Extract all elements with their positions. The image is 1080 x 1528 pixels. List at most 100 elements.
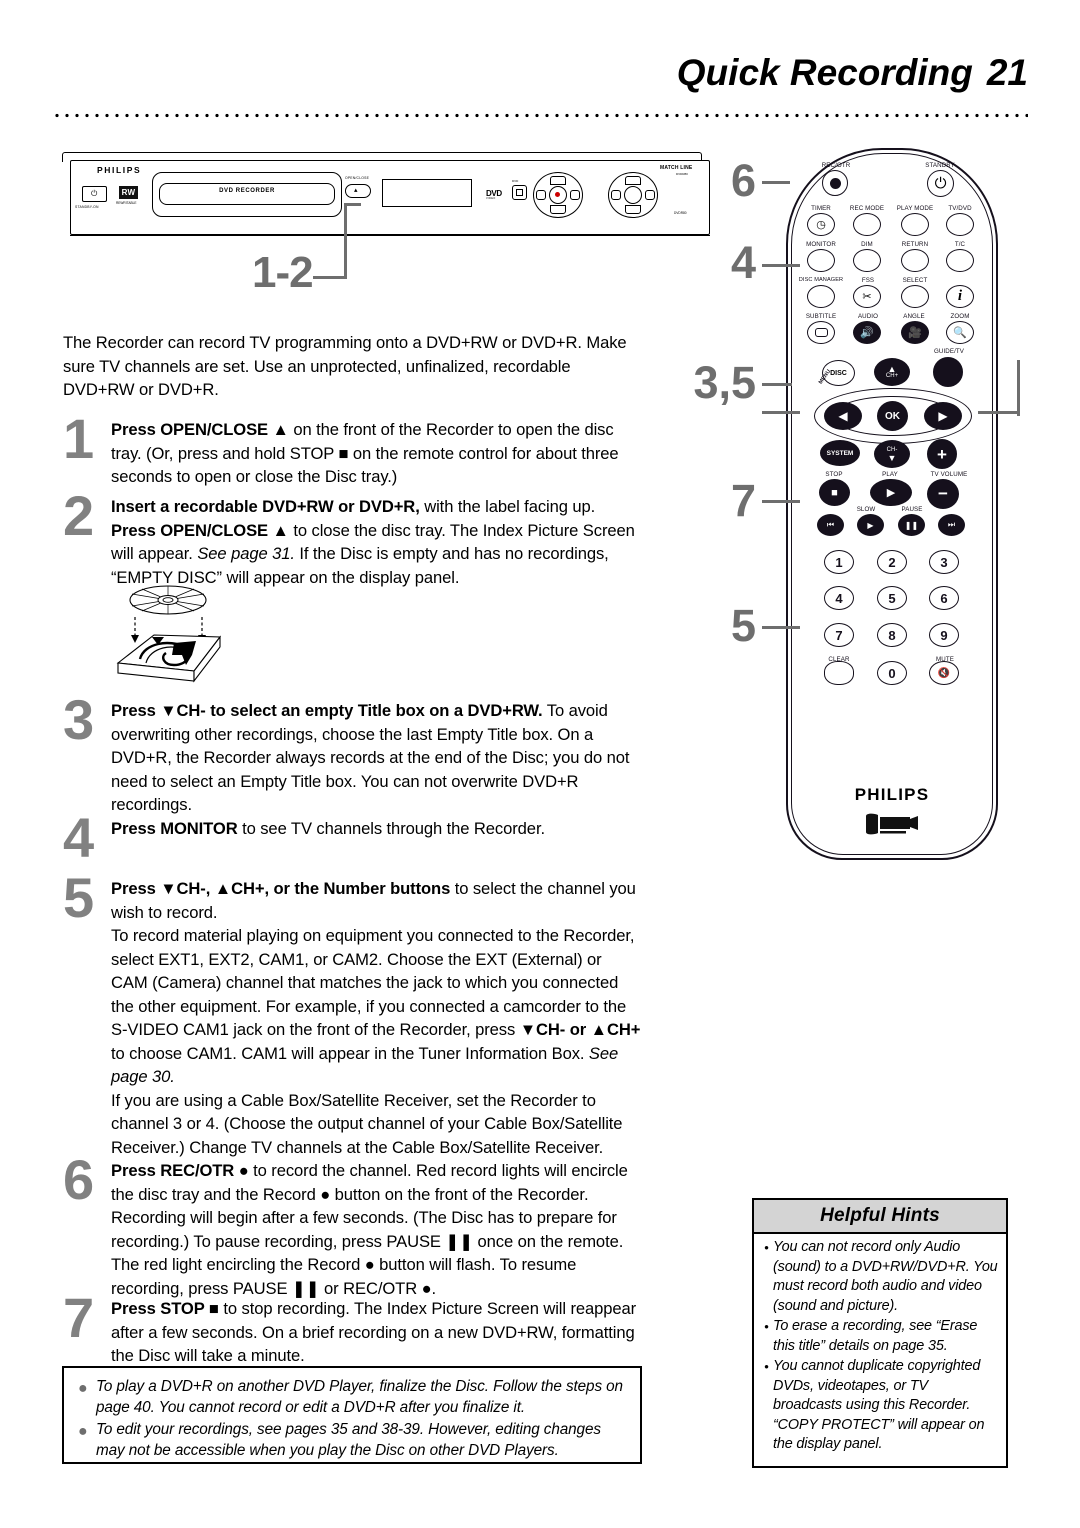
slow-play-icon: ▶ (867, 520, 874, 530)
remote-key-3[interactable]: 3 (929, 550, 959, 574)
callout-3-5-leader-2 (762, 411, 800, 414)
remote-button-angle[interactable]: 🎥 (901, 321, 929, 344)
record-dot-icon (555, 192, 560, 197)
remote-key-7[interactable]: 7 (824, 623, 854, 647)
helpful-hints-header: Helpful Hints (754, 1200, 1006, 1234)
remote-label-disc-manager: DISC MANAGER (798, 277, 844, 283)
recorder-dvd-square-inner (516, 189, 523, 196)
remote-button-fss[interactable]: ✂ (853, 285, 881, 308)
helpful-hints-list: • You can not record only Audio (sound) … (754, 1238, 1006, 1456)
remote-button-mute[interactable]: 🔇 (929, 661, 959, 685)
remote-label-play-mode: PLAY MODE (896, 205, 934, 212)
remote-button-subtitle[interactable] (807, 321, 835, 344)
step-2-number: 2 (63, 484, 95, 547)
recorder-front-divider (70, 235, 710, 237)
remote-button-stop[interactable]: ■ (819, 479, 850, 506)
skip-back-icon: ⏮ (826, 520, 835, 529)
transport-down-segment (625, 205, 641, 214)
transport-up-segment (625, 176, 641, 185)
remote-button-slow[interactable]: ▶ (857, 514, 884, 536)
remote-button-ok[interactable]: OK (877, 401, 908, 431)
remote-label-fss: FSS (861, 277, 875, 284)
header-title-group: Quick Recording 21 (677, 52, 1028, 94)
recorder-model-label: DVDR80 (674, 211, 687, 215)
callout-step-6: 6 (730, 155, 756, 206)
remote-button-ch-minus[interactable]: CH- ▼ (874, 440, 910, 468)
callout-5-leader (762, 626, 800, 629)
remote-label-rec-otr: REC/OTR (821, 162, 851, 169)
remote-button-clear[interactable] (824, 661, 854, 685)
info-icon: i (957, 288, 963, 304)
remote-button-volume-up[interactable]: + (927, 439, 957, 469)
remote-key-0[interactable]: 0 (877, 661, 907, 685)
remote-button-return[interactable] (901, 249, 929, 272)
step-6-number: 6 (63, 1148, 95, 1211)
callout-1-2-leader (313, 276, 347, 279)
eject-icon: ▴ (354, 187, 358, 194)
remote-label-tc: T/C (954, 241, 966, 248)
remote-button-tc[interactable] (946, 249, 974, 272)
callout-6-leader (762, 181, 790, 184)
helpful-hints-box: Helpful Hints • You can not record only … (752, 1198, 1008, 1468)
skip-forward-icon: ⏭ (947, 520, 956, 529)
callout-step-7: 7 (730, 475, 756, 526)
recorder-open-close-label: OPEN/CLOSE (345, 176, 370, 180)
remote-button-ch-plus[interactable]: ▲ CH+ (874, 358, 910, 386)
chevron-right-icon: ▶ (938, 409, 948, 423)
remote-button-system[interactable]: SYSTEM (820, 440, 860, 466)
remote-key-4[interactable]: 4 (824, 586, 854, 610)
matchline-model: DVDR80 (676, 172, 688, 176)
remote-button-volume-down[interactable]: − (927, 479, 959, 509)
system-label: SYSTEM (826, 449, 854, 457)
remote-button-rec-otr[interactable] (822, 170, 848, 196)
remote-key-6[interactable]: 6 (929, 586, 959, 610)
step-4-text: Press MONITOR to see TV channels through… (111, 819, 545, 838)
recorder-tray-text: DVD RECORDER (219, 188, 275, 194)
callout-3-5-leader (762, 383, 792, 386)
remote-label-subtitle: SUBTITLE (805, 313, 837, 320)
remote-button-standby[interactable]: ⏻ (927, 170, 954, 197)
step-7-number: 7 (63, 1286, 95, 1349)
remote-button-monitor[interactable] (807, 249, 835, 272)
remote-button-dim[interactable] (853, 249, 881, 272)
scissors-icon: ✂ (862, 291, 872, 303)
remote-label-play: PLAY (882, 471, 898, 478)
matchline-logo: MATCH LINE (660, 165, 693, 171)
step-5-text: Press ▼CH-, ▲CH+, or the Number buttons … (111, 879, 641, 1157)
remote-button-info[interactable]: i (946, 285, 974, 308)
callout-1-2-leader-top (344, 203, 361, 206)
remote-button-disc-manager[interactable] (807, 285, 835, 308)
pad-up-segment (550, 176, 566, 185)
remote-button-audio[interactable]: 🔊 (853, 321, 881, 344)
remote-button-left[interactable]: ◀ (824, 402, 862, 430)
remote-button-guide-tv[interactable] (933, 357, 963, 387)
remote-brand-logo: PHILIPS (854, 785, 930, 804)
remote-key-1[interactable]: 1 (824, 550, 854, 574)
play-triangle-icon: ▶ (886, 487, 896, 499)
remote-button-tv-dvd[interactable] (946, 213, 974, 236)
remote-button-timer[interactable]: ◷ (807, 213, 835, 236)
remote-button-previous[interactable]: ⏮ (817, 514, 844, 536)
remote-button-play-mode[interactable] (901, 213, 929, 236)
remote-button-rec-mode[interactable] (853, 213, 881, 236)
remote-key-9[interactable]: 9 (929, 623, 959, 647)
remote-key-5[interactable]: 5 (877, 586, 907, 610)
remote-label-monitor: MONITOR (806, 241, 836, 248)
hint-bullet-icon: • (764, 1319, 769, 1334)
remote-key-2[interactable]: 2 (877, 550, 907, 574)
callout-1-2-leader-vertical (344, 203, 347, 279)
helpful-hints-title: Helpful Hints (820, 1205, 940, 1226)
remote-button-pause[interactable]: ❚❚ (898, 514, 925, 536)
remote-button-next[interactable]: ⏭ (938, 514, 965, 536)
record-dot-icon (829, 177, 841, 189)
remote-button-select[interactable] (901, 285, 929, 308)
recorder-dvd-square-label: DVD (512, 179, 519, 183)
remote-key-8[interactable]: 8 (877, 623, 907, 647)
remote-button-right[interactable]: ▶ (924, 402, 962, 430)
power-icon: ⏻ (91, 189, 98, 198)
pad-down-segment (550, 205, 566, 214)
callout-steps-3-5: 3,5 (693, 357, 756, 408)
remote-button-zoom[interactable]: 🔍 (946, 321, 974, 344)
camera-icon: 🎥 (908, 327, 922, 339)
remote-button-play[interactable]: ▶ (870, 479, 912, 506)
